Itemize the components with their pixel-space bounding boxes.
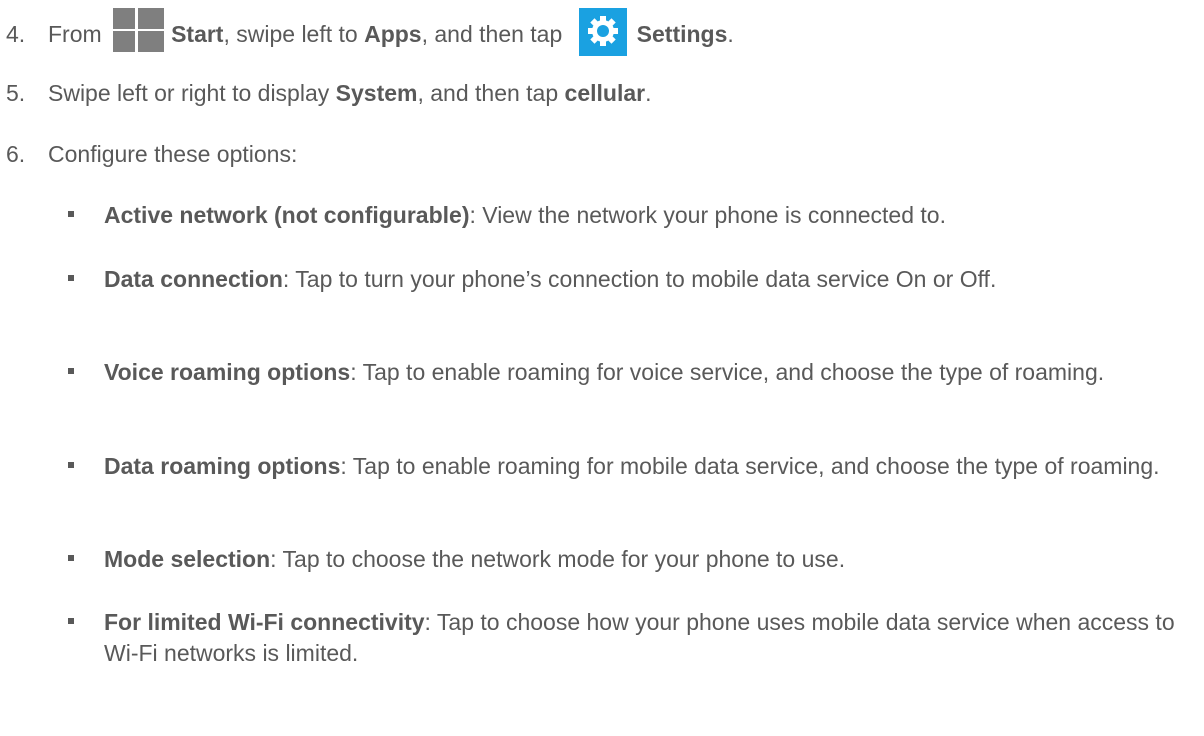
list-item: Data roaming options: Tap to enable roam… [68, 451, 1188, 482]
step-5: 5. Swipe left or right to display System,… [6, 79, 651, 107]
step-text: , and then tap [417, 80, 565, 106]
step-text: Configure these options: [48, 141, 298, 167]
step-number: 4. [6, 21, 26, 47]
step-text: . [645, 80, 652, 106]
list-item: Mode selection: Tap to choose the networ… [68, 544, 1188, 575]
option-desc: : View the network your phone is connect… [469, 202, 946, 228]
bullet-icon [68, 555, 74, 561]
bullet-icon [68, 462, 74, 468]
step-6: 6. Configure these options: [6, 140, 297, 168]
option-term: Active network (not configurable) [104, 202, 470, 228]
list-item: For limited Wi-Fi connectivity: Tap to c… [68, 607, 1188, 669]
step-text: . [727, 21, 734, 47]
option-term: Data connection [104, 266, 283, 292]
settings-label: Settings [636, 21, 728, 47]
bullet-icon [68, 618, 74, 624]
bullet-icon [68, 275, 74, 281]
apps-label: Apps [364, 21, 422, 47]
option-desc: : Tap to choose the network mode for you… [270, 546, 846, 572]
step-number: 5. [6, 80, 26, 106]
step-text: Swipe left or right to display [48, 80, 336, 106]
step-number: 6. [6, 141, 26, 167]
list-item: Active network (not configurable): View … [68, 200, 1188, 231]
option-term: Voice roaming options [104, 359, 351, 385]
list-item: Voice roaming options: Tap to enable roa… [68, 357, 1188, 388]
option-term: Mode selection [104, 546, 271, 572]
bullet-icon [68, 211, 74, 217]
bullet-icon [68, 368, 74, 374]
instructions-page: 4. From Start, swipe left to Apps, and th… [0, 0, 1204, 736]
start-label: Start [171, 21, 224, 47]
option-desc: : Tap to turn your phone’s connection to… [282, 266, 997, 292]
step-text: From [48, 21, 102, 47]
option-desc: : Tap to enable roaming for voice servic… [350, 359, 1105, 385]
option-term: For limited Wi-Fi connectivity [104, 609, 425, 635]
step-text: , swipe left to [223, 21, 365, 47]
settings-gear-icon [578, 8, 627, 56]
system-label: System [335, 80, 418, 106]
list-item: Data connection: Tap to turn your phone’… [68, 264, 1188, 295]
cellular-label: cellular [564, 80, 646, 106]
step-4: 4. From Start, swipe left to Apps, and th… [6, 8, 734, 56]
step-text: , and then tap [421, 21, 563, 47]
option-desc: : Tap to enable roaming for mobile data … [340, 453, 1160, 479]
windows-start-icon [112, 8, 165, 52]
option-term: Data roaming options [104, 453, 341, 479]
